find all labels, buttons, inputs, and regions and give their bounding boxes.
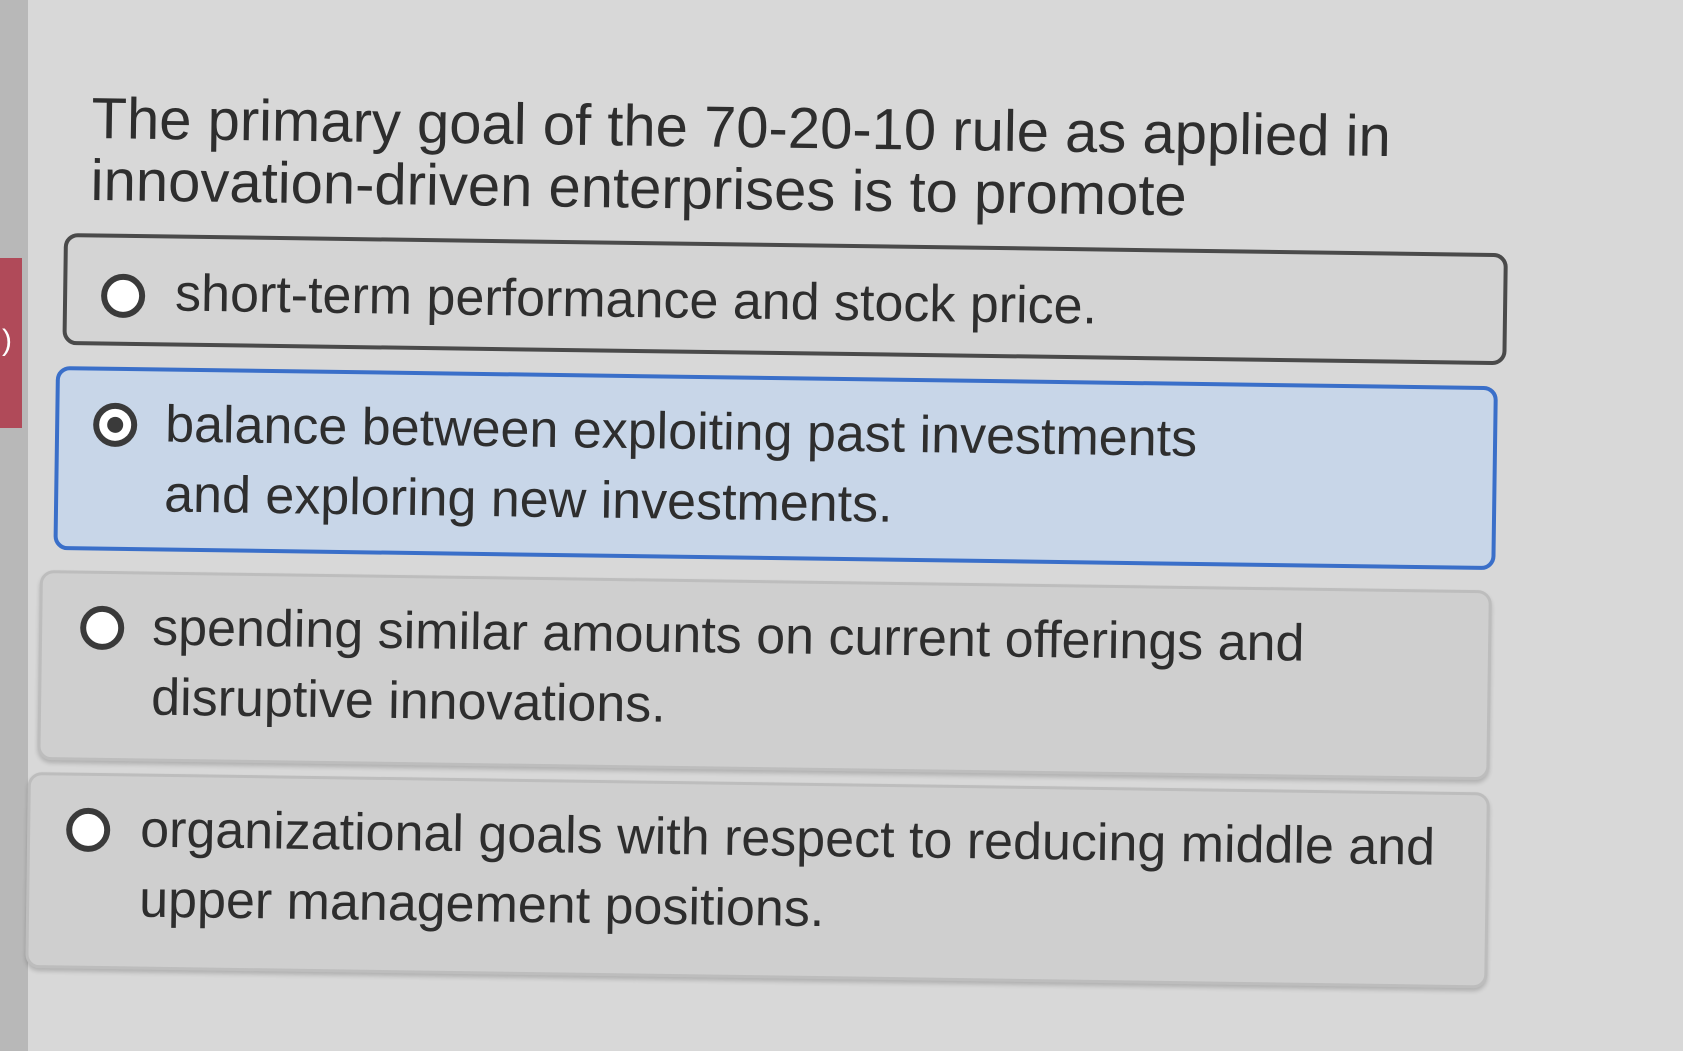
radio-unselected-icon[interactable]	[65, 807, 111, 853]
option-1[interactable]: short-term performance and stock price.	[62, 233, 1508, 366]
option-3[interactable]: spending similar amounts on current offe…	[37, 570, 1492, 781]
radio-unselected-icon[interactable]	[100, 273, 146, 319]
option-4[interactable]: organizational goals with respect to red…	[25, 772, 1490, 989]
option-label: balance between exploiting past investme…	[163, 395, 1198, 534]
option-label: short-term performance and stock price.	[174, 264, 1098, 336]
radio-unselected-icon[interactable]	[79, 605, 125, 651]
question-text: The primary goal of the 70-20-10 rule as…	[90, 86, 1392, 229]
option-label: organizational goals with respect to red…	[138, 800, 1436, 939]
option-2[interactable]: balance between exploiting past investme…	[53, 366, 1498, 571]
side-accent-glyph-icon: )	[2, 324, 12, 357]
radio-selected-dot-icon	[107, 416, 124, 433]
radio-selected-icon[interactable]	[92, 402, 138, 448]
option-label: spending similar amounts on current offe…	[150, 598, 1305, 734]
